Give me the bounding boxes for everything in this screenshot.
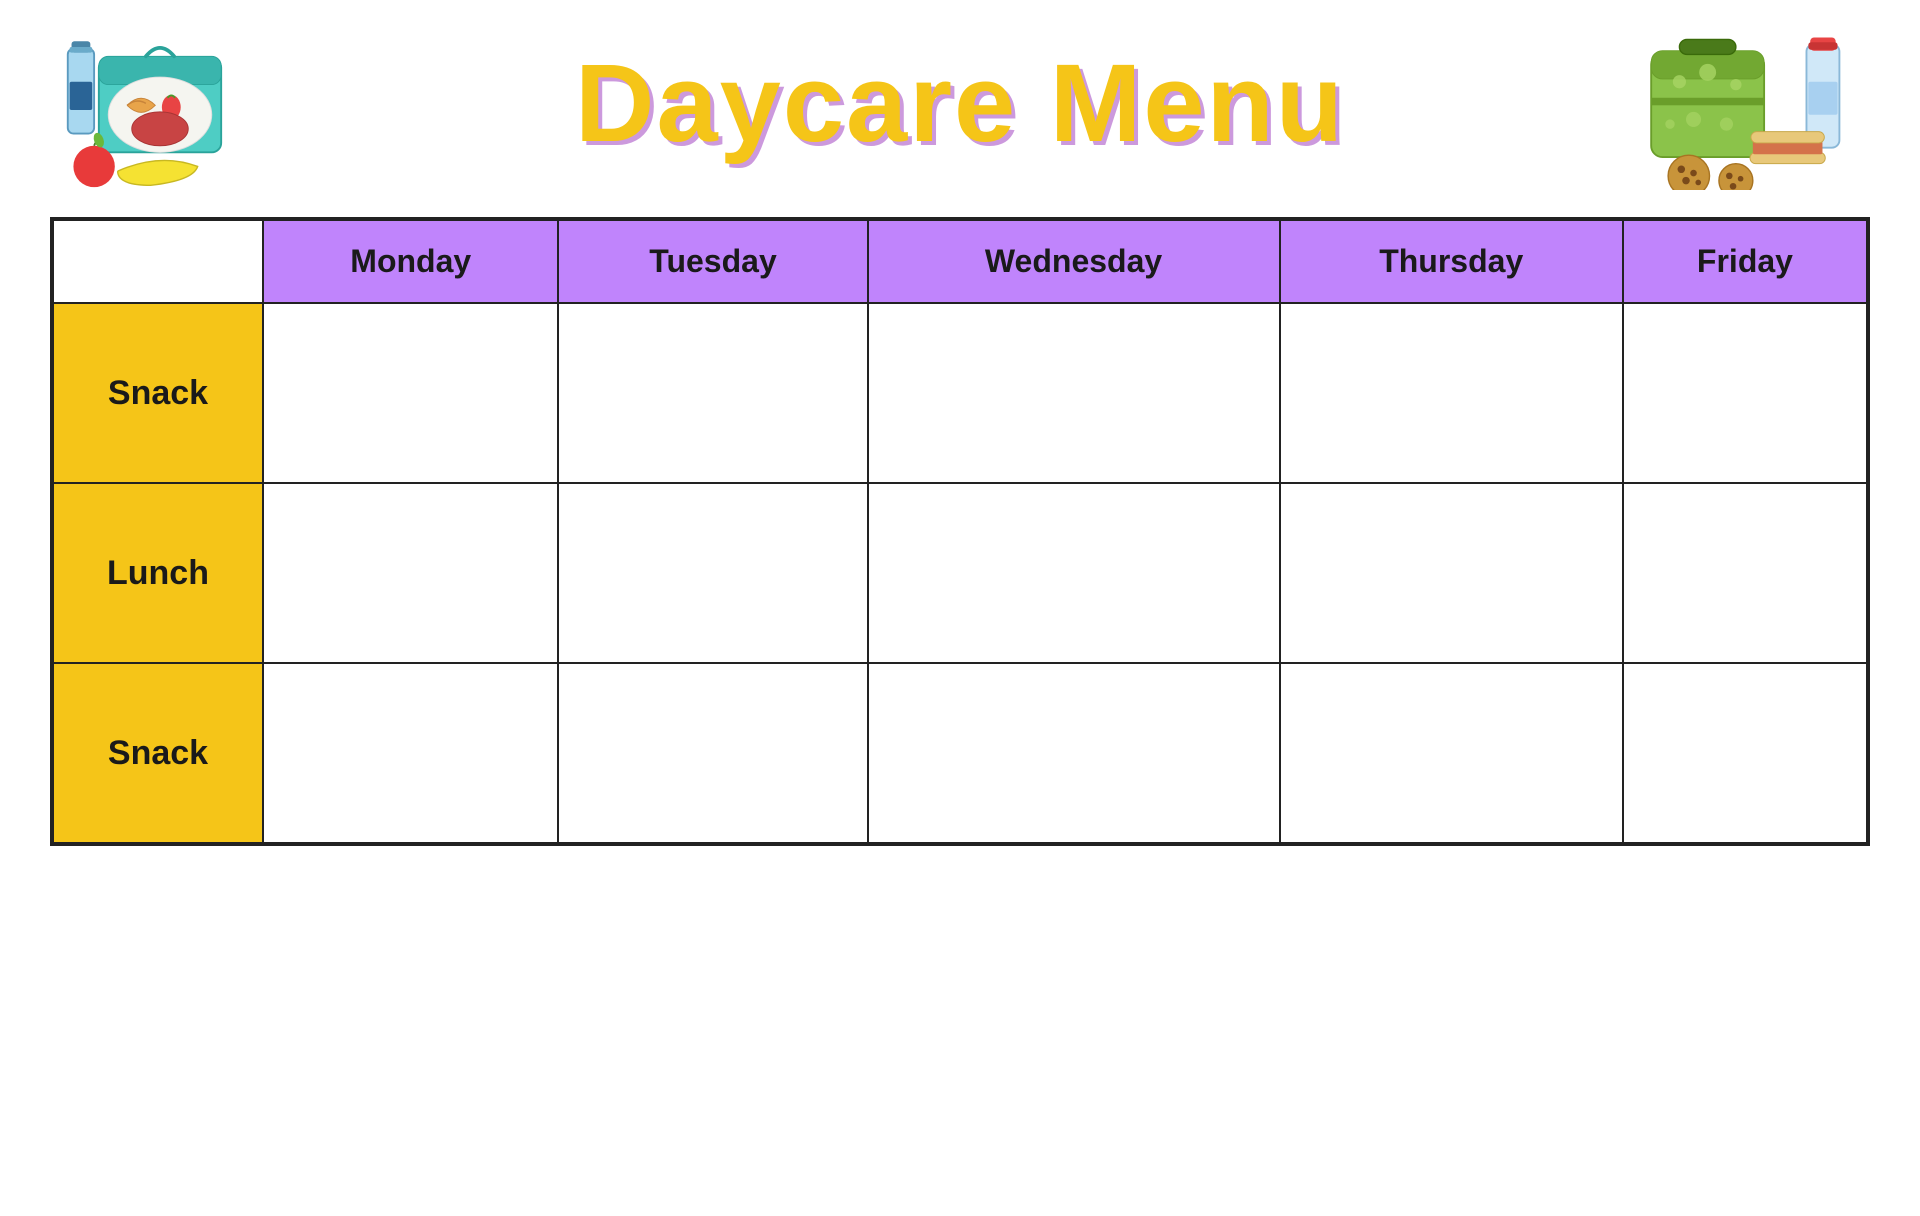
snack-wednesday-cell[interactable] xyxy=(868,303,1280,483)
day-wednesday: Wednesday xyxy=(868,220,1280,303)
table-row-lunch: Lunch xyxy=(53,483,1867,663)
row-label-lunch: Lunch xyxy=(53,483,263,663)
row-label-snack-morning: Snack xyxy=(53,303,263,483)
lunch-thursday-cell[interactable] xyxy=(1280,483,1623,663)
day-monday: Monday xyxy=(263,220,558,303)
page-title: Daycare Menu xyxy=(575,40,1345,167)
day-thursday: Thursday xyxy=(1280,220,1623,303)
page-header: Daycare Menu xyxy=(20,20,1900,187)
table-row-snack-morning: Snack xyxy=(53,303,1867,483)
table-header-row: Monday Tuesday Wednesday Thursday Friday xyxy=(53,220,1867,303)
snack-tuesday-cell[interactable] xyxy=(558,303,867,483)
row-label-snack-afternoon: Snack xyxy=(53,663,263,843)
day-tuesday: Tuesday xyxy=(558,220,867,303)
snack-monday-cell[interactable] xyxy=(263,303,558,483)
corner-cell xyxy=(53,220,263,303)
lunch-tuesday-cell[interactable] xyxy=(558,483,867,663)
snack-thursday-cell[interactable] xyxy=(1280,303,1623,483)
menu-table: Monday Tuesday Wednesday Thursday Friday… xyxy=(52,219,1868,844)
snack-friday-cell[interactable] xyxy=(1623,303,1867,483)
snack2-wednesday-cell[interactable] xyxy=(868,663,1280,843)
snack2-friday-cell[interactable] xyxy=(1623,663,1867,843)
snack2-tuesday-cell[interactable] xyxy=(558,663,867,843)
table-row-snack-afternoon: Snack xyxy=(53,663,1867,843)
lunch-friday-cell[interactable] xyxy=(1623,483,1867,663)
right-decoration-icon xyxy=(1640,30,1860,190)
lunch-wednesday-cell[interactable] xyxy=(868,483,1280,663)
left-decoration-icon xyxy=(60,30,260,190)
snack2-monday-cell[interactable] xyxy=(263,663,558,843)
lunch-monday-cell[interactable] xyxy=(263,483,558,663)
snack2-thursday-cell[interactable] xyxy=(1280,663,1623,843)
day-friday: Friday xyxy=(1623,220,1867,303)
menu-table-wrapper: Monday Tuesday Wednesday Thursday Friday… xyxy=(50,217,1870,846)
